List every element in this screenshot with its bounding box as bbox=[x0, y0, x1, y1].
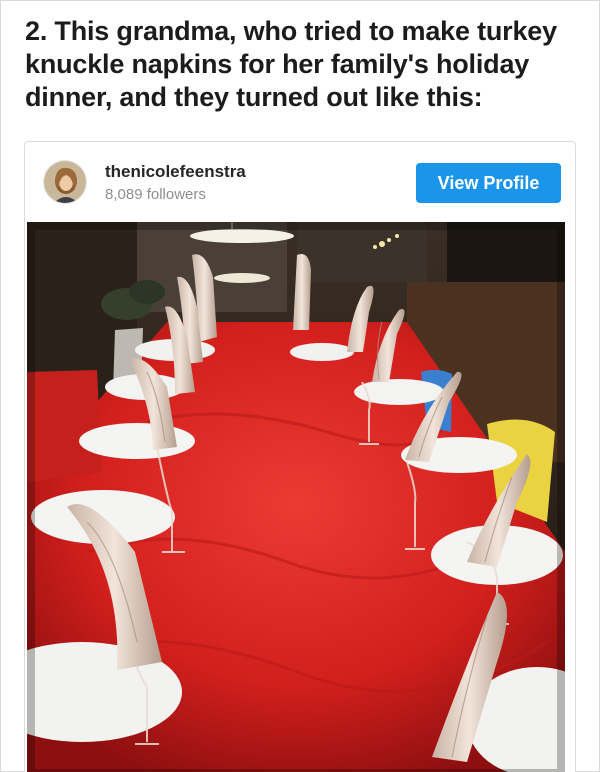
follower-count: 8,089 followers bbox=[105, 186, 206, 203]
post-photo[interactable] bbox=[27, 222, 565, 772]
view-profile-button[interactable]: View Profile bbox=[416, 163, 561, 203]
avatar[interactable] bbox=[43, 160, 87, 204]
article-heading: 2. This grandma, who tried to make turke… bbox=[25, 16, 557, 112]
instagram-embed-card: thenicolefeenstra 8,089 followers View P… bbox=[24, 141, 576, 772]
avatar-photo-icon bbox=[44, 161, 86, 203]
embed-header: thenicolefeenstra 8,089 followers View P… bbox=[25, 142, 575, 222]
page-frame: 2. This grandma, who tried to make turke… bbox=[0, 0, 600, 772]
username[interactable]: thenicolefeenstra bbox=[105, 162, 246, 182]
